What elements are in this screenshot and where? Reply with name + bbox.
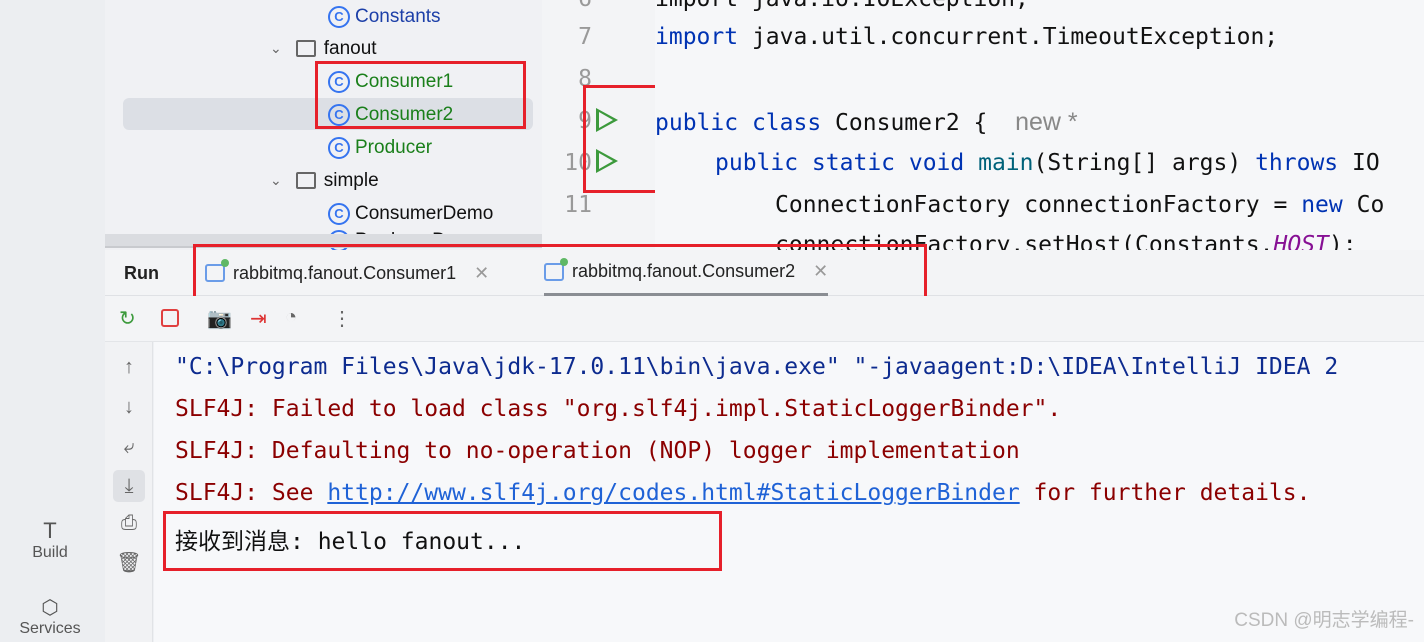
console-line: SLF4J: See http://www.slf4j.org/codes.ht… xyxy=(175,480,1311,506)
folder-icon xyxy=(295,40,316,57)
code-line: public static void main(String[] args) t… xyxy=(715,150,1380,176)
line-number: 11 xyxy=(564,192,592,218)
code-line: import java.io.IOException; xyxy=(655,0,1029,12)
run-panel-title: Run xyxy=(124,262,159,283)
code-editor[interactable]: import java.io.IOException; import java.… xyxy=(655,0,1424,250)
code-line: public class Consumer2 { new * xyxy=(655,108,1078,136)
runnable-class-icon: C xyxy=(328,202,350,225)
tree-folder-simple[interactable]: ⌄ simple xyxy=(270,164,379,197)
trash-icon[interactable]: 🗑 xyxy=(105,550,153,575)
console-actions: ↑ ↓ ⤶ ⤓ ⎙ 🗑 xyxy=(105,342,153,642)
console-output[interactable]: "C:\Program Files\Java\jdk-17.0.11\bin\j… xyxy=(154,342,1424,642)
inlay-hint: new * xyxy=(1015,108,1078,136)
chevron-down-icon[interactable]: ⌄ xyxy=(270,172,282,189)
chevron-down-icon[interactable]: ⌄ xyxy=(270,40,282,57)
tree-item-consumerdemo[interactable]: C ConsumerDemo xyxy=(328,197,493,230)
console-line: SLF4J: Defaulting to no-operation (NOP) … xyxy=(175,438,1020,464)
code-line: import java.util.concurrent.TimeoutExcep… xyxy=(655,24,1279,50)
console-line: SLF4J: Failed to load class "org.slf4j.i… xyxy=(175,396,1062,422)
arrow-down-icon[interactable]: ↓ xyxy=(105,396,153,419)
services-tool-button[interactable]: ⬡ Services xyxy=(0,595,100,638)
runnable-class-icon: C xyxy=(328,136,350,159)
highlight-box-message xyxy=(163,511,722,571)
watermark: CSDN @明志学编程- xyxy=(1234,610,1414,631)
slf4j-link[interactable]: http://www.slf4j.org/codes.html#StaticLo… xyxy=(327,480,1019,506)
arrow-up-icon[interactable]: ↑ xyxy=(105,356,153,379)
tree-item-constants[interactable]: C Constants xyxy=(328,0,441,33)
camera-icon[interactable]: 📷 xyxy=(207,306,232,331)
gauge-icon[interactable]: ◔ xyxy=(285,306,297,329)
tree-item-producer[interactable]: C Producer xyxy=(328,131,432,164)
scroll-to-end-icon[interactable]: ⤓ xyxy=(113,470,145,502)
line-number: 7 xyxy=(578,24,592,50)
folder-icon xyxy=(295,172,316,189)
console-line: "C:\Program Files\Java\jdk-17.0.11\bin\j… xyxy=(175,354,1339,380)
class-icon: C xyxy=(328,5,350,28)
more-options-icon[interactable]: ⋮ xyxy=(332,306,352,331)
highlight-box-consumers xyxy=(315,61,526,129)
rerun-icon[interactable]: ↻ xyxy=(119,306,136,331)
highlight-box-run-icons xyxy=(583,85,661,193)
tool-window-stripe: T Build ⬡ Services xyxy=(0,0,105,642)
exit-icon[interactable]: ⇥ xyxy=(250,306,267,331)
stop-icon[interactable] xyxy=(161,309,179,327)
line-number: 6 xyxy=(542,0,592,12)
hammer-icon: T xyxy=(43,518,57,543)
build-tool-button[interactable]: T Build xyxy=(0,518,100,562)
soft-wrap-icon[interactable]: ⤶ xyxy=(105,436,153,459)
run-toolbar: ↻ 📷 ⇥ ◔ ⋮ xyxy=(105,296,1424,342)
print-icon[interactable]: ⎙ xyxy=(105,512,153,535)
code-line: ConnectionFactory connectionFactory = ne… xyxy=(775,192,1385,218)
services-icon: ⬡ xyxy=(41,597,59,619)
